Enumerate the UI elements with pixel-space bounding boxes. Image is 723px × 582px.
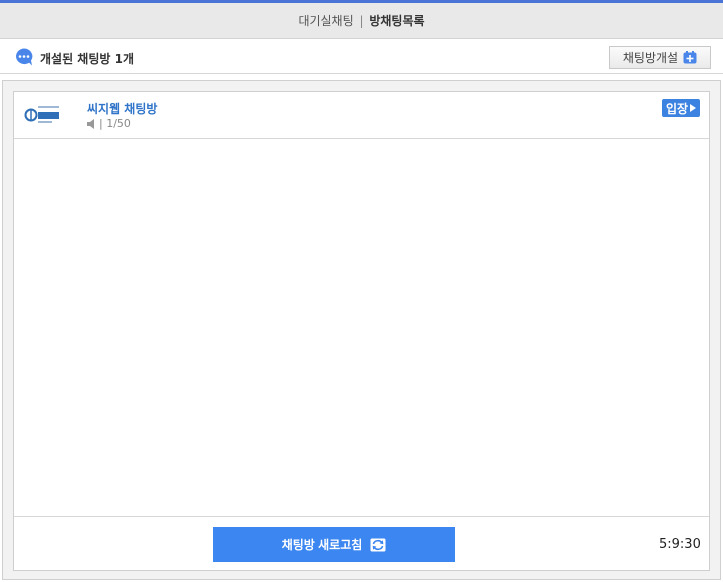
room-count-text: 개설된 채팅방 1개 — [40, 52, 134, 66]
room-list-panel: 씨지웹 채팅방 | 1/50 입장 채팅방 새로고침 5:9:30 — [2, 80, 721, 580]
room-list-item[interactable]: 씨지웹 채팅방 | 1/50 입장 — [14, 92, 709, 139]
room-list-container: 씨지웹 채팅방 | 1/50 입장 채팅방 새로고침 5:9:30 — [13, 91, 710, 571]
create-room-label: 채팅방개설 — [622, 51, 679, 65]
speaker-icon — [87, 118, 94, 129]
create-room-button[interactable]: 채팅방개설 — [609, 46, 711, 69]
enter-room-button[interactable]: 입장 — [662, 99, 701, 117]
room-title[interactable]: 씨지웹 채팅방 — [87, 100, 157, 117]
refresh-icon — [370, 538, 386, 551]
arrow-right-icon — [690, 104, 697, 112]
tab-room-list[interactable]: 방채팅목록 — [369, 14, 424, 28]
room-list-empty-area — [14, 140, 709, 515]
room-logo-icon — [24, 106, 59, 123]
room-count-bar: 개설된 채팅방 1개 채팅방개설 — [0, 40, 723, 74]
refresh-rooms-label: 채팅방 새로고침 — [281, 538, 363, 552]
clock-display: 5:9:30 — [659, 537, 701, 552]
tab-separator: | — [359, 14, 364, 28]
footer-bar: 채팅방 새로고침 5:9:30 — [14, 516, 709, 570]
room-occupancy: | 1/50 — [99, 117, 131, 130]
tab-waiting-room[interactable]: 대기실채팅 — [298, 14, 353, 28]
refresh-rooms-button[interactable]: 채팅방 새로고침 — [213, 527, 455, 562]
header-tabs: 대기실채팅 | 방채팅목록 — [0, 3, 723, 39]
plus-icon — [683, 51, 697, 64]
chat-bubble-icon — [16, 48, 33, 66]
room-meta: | 1/50 — [87, 117, 131, 130]
enter-room-label: 입장 — [666, 101, 689, 116]
